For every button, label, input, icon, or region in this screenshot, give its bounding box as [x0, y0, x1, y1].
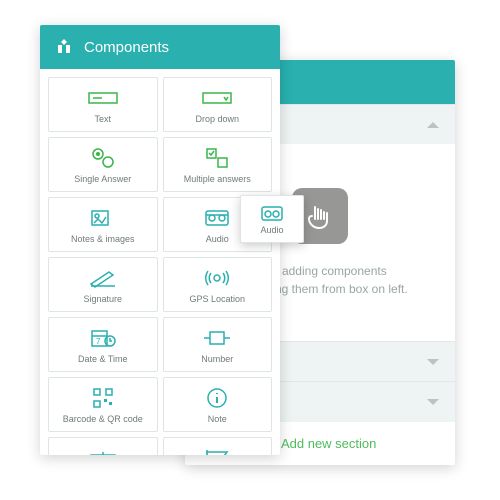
component-tile-dropdown[interactable]: Drop down [163, 77, 273, 132]
component-tile-gps[interactable]: GPS Location [163, 257, 273, 312]
component-tile-feature-button[interactable]: Feature button [163, 437, 273, 455]
components-grid: Text Drop down Single Answer Multiple an… [40, 69, 280, 455]
note-icon [206, 385, 228, 411]
components-header-icon [54, 37, 74, 57]
feature-button-icon [203, 445, 231, 455]
chevron-down-icon [427, 399, 439, 405]
text-icon [88, 85, 118, 111]
component-tile-notes-images[interactable]: Notes & images [48, 197, 158, 252]
gps-icon [205, 265, 229, 291]
multiple-answers-icon [205, 145, 229, 171]
audio-icon [204, 205, 230, 231]
components-title: Components [84, 39, 169, 56]
separator-icon [89, 445, 117, 455]
components-header: Components [40, 25, 280, 69]
component-tile-text[interactable]: Text [48, 77, 158, 132]
signature-icon [89, 265, 117, 291]
component-tile-separator[interactable]: Separator [48, 437, 158, 455]
component-tile-barcode[interactable]: Barcode & QR code [48, 377, 158, 432]
dropdown-icon [202, 85, 232, 111]
component-tile-datetime[interactable]: 7 Date & Time [48, 317, 158, 372]
number-icon [202, 325, 232, 351]
audio-icon [260, 203, 284, 225]
datetime-icon: 7 [90, 325, 116, 351]
notes-images-icon [90, 205, 116, 231]
chevron-up-icon [427, 122, 439, 128]
single-answer-icon [91, 145, 115, 171]
component-tile-signature[interactable]: Signature [48, 257, 158, 312]
component-tile-note[interactable]: Note [163, 377, 273, 432]
component-tile-single-answer[interactable]: Single Answer [48, 137, 158, 192]
drag-ghost-tile[interactable]: Audio [240, 195, 304, 243]
barcode-icon [92, 385, 114, 411]
component-tile-number[interactable]: Number [163, 317, 273, 372]
add-section-label: Add new section [281, 436, 376, 451]
drag-ghost-label: Audio [260, 225, 283, 235]
chevron-down-icon [427, 359, 439, 365]
component-tile-multiple-answers[interactable]: Multiple answers [163, 137, 273, 192]
svg-text:7: 7 [96, 337, 101, 346]
